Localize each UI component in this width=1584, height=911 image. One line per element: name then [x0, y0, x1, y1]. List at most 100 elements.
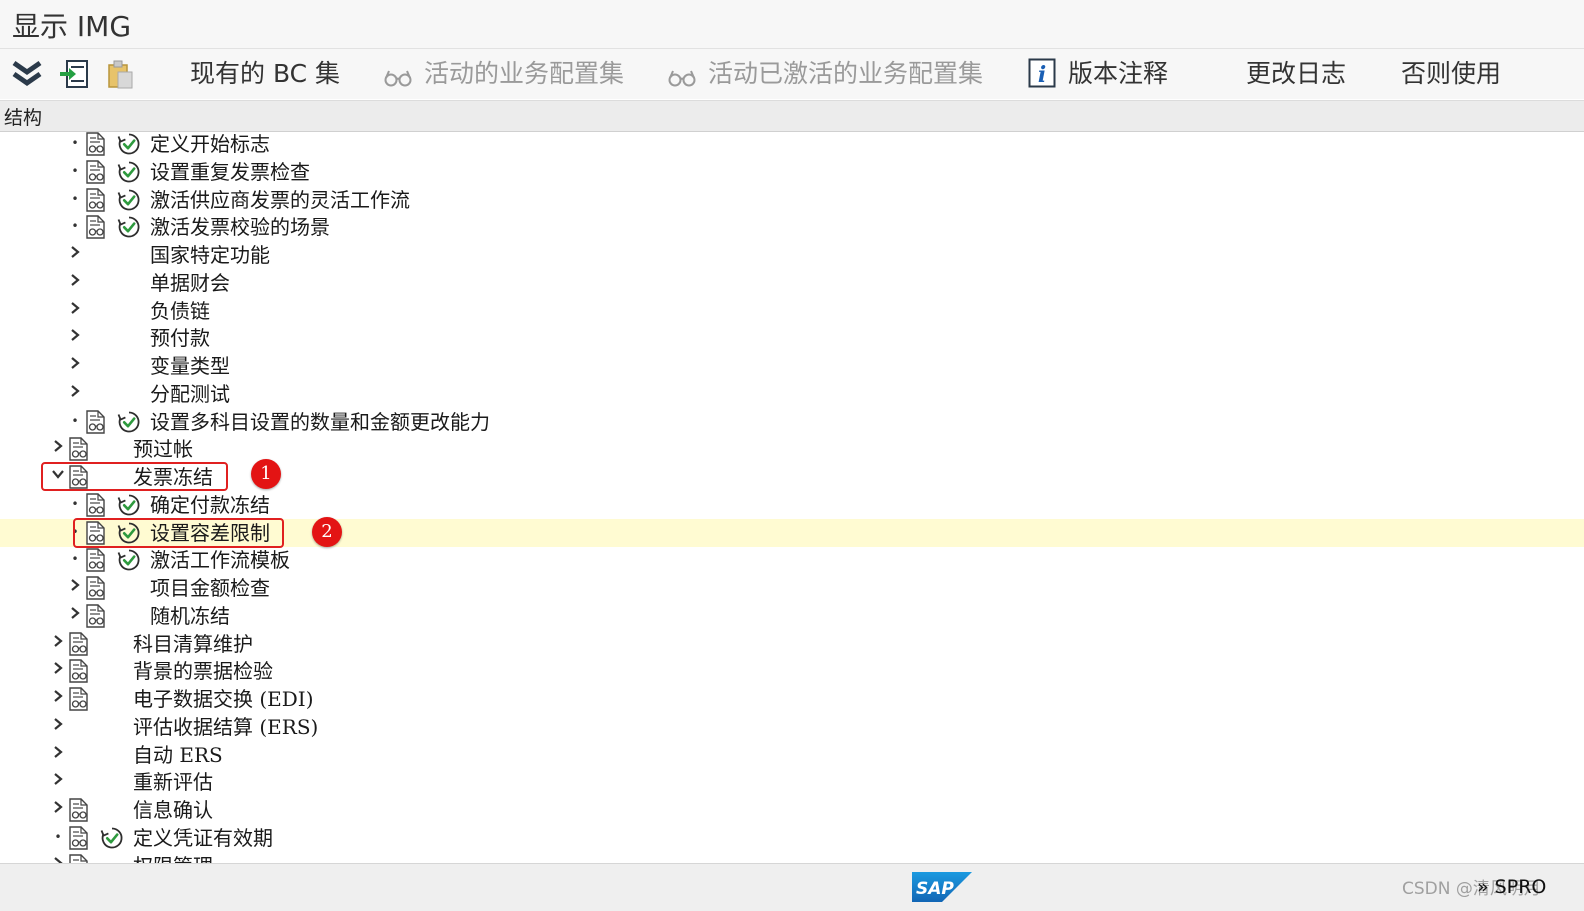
tree-node[interactable]: 发票冻结 — [0, 463, 1584, 491]
img-documentation-icon[interactable] — [68, 631, 90, 656]
img-documentation-icon[interactable] — [85, 132, 107, 156]
tree-node[interactable]: 变量类型 — [0, 352, 1584, 380]
img-documentation-icon[interactable] — [85, 548, 107, 572]
tree-node[interactable]: • 激活发票校验的场景 — [0, 213, 1584, 241]
img-documentation-icon[interactable] — [68, 826, 90, 850]
title-bar: 显示 IMG — [0, 0, 1584, 49]
tree-node-label: 设置重复发票检查 — [150, 159, 310, 184]
tree-node[interactable]: • 定义开始标志 — [0, 130, 1584, 158]
activated-bc-sets-label: 活动已激活的业务配置集 — [707, 59, 983, 88]
tree-node[interactable]: • 设置重复发票检查 — [0, 158, 1584, 186]
paste-clipboard-icon[interactable] — [104, 57, 138, 91]
tree-node-label: 重新评估 — [133, 770, 213, 795]
img-documentation-icon[interactable] — [68, 437, 90, 461]
tree-node-label: 评估收据结算 (ERS) — [133, 714, 319, 739]
change-log-button[interactable]: 更改日志 — [1246, 57, 1346, 91]
existing-bc-sets-label: 现有的 BC 集 — [190, 59, 341, 88]
img-documentation-icon[interactable] — [68, 798, 90, 822]
activated-bc-sets-button[interactable]: 活动已激活的业务配置集 — [668, 57, 983, 91]
chevron-right-icon[interactable] — [51, 768, 65, 796]
chevron-right-icon[interactable] — [51, 796, 65, 824]
sap-logo-text: SAP — [916, 879, 954, 899]
execute-activity-icon[interactable] — [117, 410, 141, 434]
img-documentation-icon[interactable] — [68, 659, 90, 683]
annotation-box-tolerance-limits — [73, 518, 284, 548]
collapse-all-icon[interactable] — [10, 57, 44, 91]
otherwise-use-label: 否则使用 — [1401, 59, 1502, 88]
chevron-right-icon[interactable] — [51, 435, 65, 463]
status-bar: SAP CSDN @清风明月 » SPRO — [0, 863, 1584, 911]
tree-node[interactable]: 背景的票据检验 — [0, 657, 1584, 685]
execute-activity-icon[interactable] — [117, 160, 141, 184]
img-documentation-icon[interactable] — [85, 576, 107, 600]
tree-node[interactable]: • 激活供应商发票的灵活工作流 — [0, 186, 1584, 214]
execute-activity-icon[interactable] — [100, 826, 124, 850]
img-documentation-icon[interactable] — [85, 493, 107, 517]
tree-node-label: 预过帐 — [133, 437, 193, 462]
tree-node[interactable]: 科目清算维护 — [0, 630, 1584, 658]
tree-node[interactable]: 重新评估 — [0, 768, 1584, 796]
img-documentation-icon[interactable] — [85, 160, 107, 184]
leaf-bullet-icon: • — [71, 191, 79, 206]
active-bc-sets-label: 活动的业务配置集 — [423, 59, 624, 88]
tree-node[interactable]: 预过帐 — [0, 435, 1584, 463]
execute-activity-icon[interactable] — [117, 493, 141, 517]
tree-node-label: 国家特定功能 — [150, 243, 270, 267]
tree-node[interactable]: • 确定付款冻结 — [0, 491, 1584, 519]
tree-node[interactable]: 单据财会 — [0, 269, 1584, 297]
existing-bc-sets-button[interactable]: 现有的 BC 集 — [190, 57, 340, 91]
chevron-right-icon[interactable] — [68, 241, 82, 269]
img-documentation-icon[interactable] — [68, 687, 90, 711]
tree-node[interactable]: 权限管理 — [0, 852, 1584, 863]
tree-node-label: 随机冻结 — [150, 603, 230, 628]
img-documentation-icon[interactable] — [68, 853, 90, 863]
svg-text:i: i — [1038, 62, 1046, 88]
transaction-code[interactable]: » SPRO — [1477, 876, 1546, 898]
chevron-right-icon[interactable] — [68, 380, 82, 408]
application-toolbar: 现有的 BC 集 活动的业务配置集 活动已激活的业务配置集 i 版本注释 更改日… — [0, 49, 1584, 99]
tree-node[interactable]: 自动 ERS — [0, 741, 1584, 769]
img-documentation-icon[interactable] — [85, 187, 107, 212]
glasses-icon — [668, 59, 708, 88]
chevron-right-icon[interactable] — [68, 352, 82, 380]
execute-activity-icon[interactable] — [117, 132, 141, 156]
chevron-right-icon[interactable] — [68, 297, 82, 325]
chevron-right-icon[interactable] — [51, 852, 65, 863]
chevron-right-icon[interactable] — [68, 574, 82, 602]
tree-node-label: 预付款 — [150, 326, 210, 351]
chevron-right-icon[interactable] — [68, 602, 82, 630]
leaf-bullet-icon: • — [71, 163, 79, 178]
tree-node[interactable]: 分配测试 — [0, 380, 1584, 408]
chevron-right-icon[interactable] — [51, 657, 65, 685]
tree-node[interactable]: 信息确认 — [0, 796, 1584, 824]
otherwise-use-button[interactable]: 否则使用 — [1401, 57, 1501, 91]
execute-activity-icon[interactable] — [117, 215, 141, 239]
img-documentation-icon[interactable] — [85, 604, 107, 628]
chevron-right-icon[interactable] — [51, 630, 65, 658]
chevron-right-icon[interactable] — [51, 713, 65, 741]
active-bc-sets-button[interactable]: 活动的业务配置集 — [384, 57, 624, 91]
chevron-right-icon[interactable] — [51, 685, 65, 713]
img-documentation-icon[interactable] — [85, 409, 107, 434]
tree-node[interactable]: • 设置多科目设置的数量和金额更改能力 — [0, 408, 1584, 436]
tree-node[interactable]: 国家特定功能 — [0, 241, 1584, 269]
more-status-icon[interactable]: » — [1477, 876, 1489, 898]
tree-node[interactable]: 预付款 — [0, 324, 1584, 352]
execute-activity-icon[interactable] — [117, 188, 141, 212]
tree-node[interactable]: 负债链 — [0, 297, 1584, 325]
tree-node[interactable]: • 定义凭证有效期 — [0, 824, 1584, 852]
execute-activity-icon[interactable] — [117, 548, 141, 572]
chevron-right-icon[interactable] — [51, 741, 65, 769]
enter-import-icon[interactable] — [58, 57, 92, 91]
release-notes-button[interactable]: i 版本注释 — [1028, 57, 1168, 91]
tree-node-label: 激活供应商发票的灵活工作流 — [150, 187, 410, 212]
leaf-bullet-icon: • — [71, 496, 79, 511]
tree-node[interactable]: 评估收据结算 (ERS) — [0, 713, 1584, 741]
chevron-right-icon[interactable] — [68, 324, 82, 352]
tree-node[interactable]: • 激活工作流模板 — [0, 546, 1584, 574]
tree-node[interactable]: 电子数据交换 (EDI) — [0, 685, 1584, 713]
tree-node[interactable]: 随机冻结 — [0, 602, 1584, 630]
chevron-right-icon[interactable] — [68, 269, 82, 297]
img-documentation-icon[interactable] — [85, 215, 107, 239]
tree-node[interactable]: 项目金额检查 — [0, 574, 1584, 602]
